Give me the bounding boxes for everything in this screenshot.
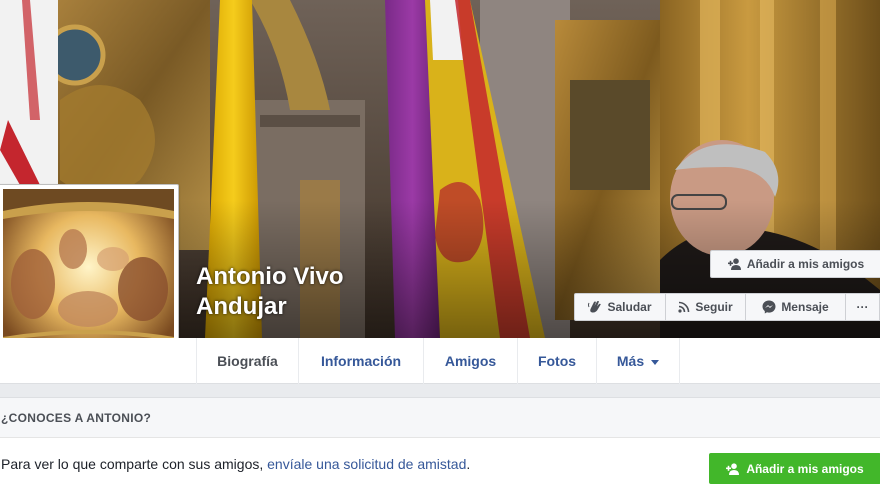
follow-button[interactable]: Seguir xyxy=(666,293,746,321)
profile-picture-image xyxy=(3,189,174,362)
send-friend-request-link[interactable]: envíale una solicitud de amistad xyxy=(267,456,466,472)
rss-icon xyxy=(678,301,690,313)
profile-name-line1: Antonio Vivo xyxy=(196,263,344,290)
profile-name[interactable]: Antonio Vivo Andujar xyxy=(196,262,456,322)
know-text-prefix: Para ver lo que comparte con sus amigos, xyxy=(1,456,268,472)
tab-label: Biografía xyxy=(217,353,278,369)
message-button[interactable]: Mensaje xyxy=(746,293,846,321)
greet-label: Saludar xyxy=(607,300,652,314)
add-friend-button-cover[interactable]: Añadir a mis amigos xyxy=(710,250,880,278)
add-friend-cover-label: Añadir a mis amigos xyxy=(746,257,865,271)
profile-name-line2: Andujar xyxy=(196,293,287,320)
ellipsis-icon: ··· xyxy=(856,300,869,314)
tab-label: Información xyxy=(320,353,402,369)
tab-label: Más xyxy=(616,353,645,369)
person-plus-icon xyxy=(726,462,740,475)
tab-amigos[interactable]: Amigos xyxy=(424,338,518,384)
tab-biografia[interactable]: Biografía xyxy=(196,338,299,384)
tab-informacion[interactable]: Información xyxy=(299,338,424,384)
know-user-box: ¿CONOCES A ANTONIO? Para ver lo que comp… xyxy=(0,397,880,495)
know-user-header: ¿CONOCES A ANTONIO? xyxy=(0,398,880,438)
follow-label: Seguir xyxy=(695,300,733,314)
know-user-title: ¿CONOCES A ANTONIO? xyxy=(1,410,152,425)
person-plus-icon xyxy=(727,258,741,270)
messenger-icon xyxy=(762,300,776,314)
tab-mas[interactable]: Más xyxy=(597,338,680,384)
tab-label: Fotos xyxy=(537,353,577,369)
know-text-suffix: . xyxy=(466,456,471,472)
add-friend-button[interactable]: Añadir a mis amigos xyxy=(709,453,880,484)
greet-button[interactable]: Saludar xyxy=(574,293,666,321)
profile-action-group: Saludar Seguir Mensaje ··· xyxy=(574,293,880,321)
caret-down-icon xyxy=(651,359,660,365)
know-user-text: Para ver lo que comparte con sus amigos,… xyxy=(1,456,470,472)
add-friend-label: Añadir a mis amigos xyxy=(746,461,864,476)
message-label: Mensaje xyxy=(781,300,829,314)
profile-tabs: Biografía Información Amigos Fotos Más xyxy=(0,338,880,384)
tab-label: Amigos xyxy=(444,353,497,369)
waving-hand-icon xyxy=(588,301,602,313)
profile-page: Antonio Vivo Andujar Añadir a mis amigos… xyxy=(0,0,880,495)
tab-fotos[interactable]: Fotos xyxy=(518,338,597,384)
more-options-button[interactable]: ··· xyxy=(846,293,880,321)
